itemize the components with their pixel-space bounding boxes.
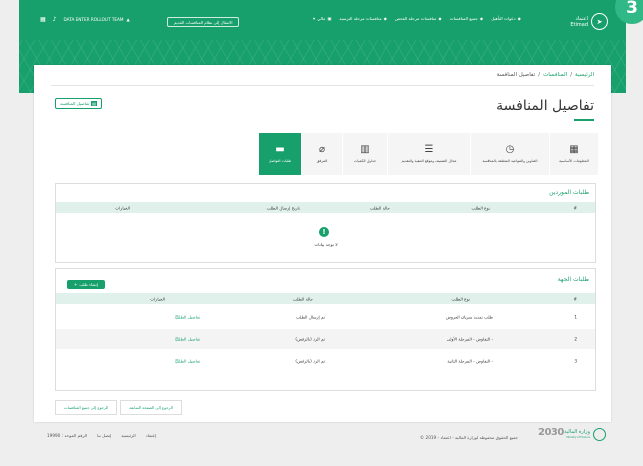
footer-link-contact[interactable]: إتصل بنا bbox=[97, 433, 111, 438]
user-icon[interactable]: ▲ bbox=[127, 17, 130, 22]
col-date: تاريخ إرسال الطلب bbox=[266, 205, 300, 210]
row-num: 2 bbox=[574, 336, 577, 342]
nav-diamond-icon: ◆ bbox=[517, 16, 521, 21]
paperclip-icon: ⌀ bbox=[318, 144, 326, 155]
table-row: 3 التفاوض - المرحلة الثانية - تم الرد (ب… bbox=[175, 358, 577, 364]
row-status: تم الرد (بالرفض) bbox=[295, 358, 325, 364]
row-num: 1 bbox=[574, 314, 577, 320]
apps-grid-icon[interactable]: ▦ bbox=[40, 16, 46, 23]
document-icon: ▤ bbox=[91, 101, 98, 106]
tab-attachments[interactable]: ⌀ المرفق bbox=[301, 133, 342, 175]
empty-state-text: لا توجد بيانات bbox=[314, 242, 338, 247]
tab-bar: ▦ المعلومات الأساسية ◷ العناوين والمواعي… bbox=[237, 133, 598, 175]
divider bbox=[51, 85, 594, 86]
table-row: 2 التفاوض - المرحلة الأولى - تم الرد (با… bbox=[56, 329, 595, 349]
footer-link-etimad[interactable]: إعتماد bbox=[146, 433, 157, 438]
table-row: 1 طلب تمديد سريان العروض تم إرسال الطلب … bbox=[175, 314, 577, 320]
breadcrumb-current: تفاصيل المنافسة bbox=[496, 72, 536, 78]
plus-icon: + bbox=[74, 282, 78, 287]
etimad-logo[interactable]: اعتماد Etimad ➤ bbox=[570, 13, 608, 30]
bell-icon[interactable]: ♪ bbox=[53, 16, 57, 23]
tab-basic-info[interactable]: ▦ المعلومات الأساسية bbox=[549, 133, 598, 175]
col-type: نوع الطلب bbox=[451, 296, 470, 301]
tab-quantities[interactable]: ▥ جداول الكميات bbox=[342, 133, 387, 175]
col-type: نوع الطلب bbox=[471, 205, 490, 210]
row-status: تم الرد (بالرفض) bbox=[295, 336, 325, 342]
vision-2030-logo: 2030 bbox=[538, 427, 564, 438]
nav-item-exam[interactable]: ◆ منافسات مرحلة الفحص bbox=[395, 16, 442, 21]
back-to-previous-button[interactable]: الرجوع إلى الصفحة السابقة bbox=[120, 400, 182, 415]
logo-arrow-icon: ➤ bbox=[591, 13, 608, 30]
breadcrumb-competitions[interactable]: المنافسات bbox=[543, 72, 567, 78]
col-options: الخيارات bbox=[115, 205, 130, 210]
entity-table-header: # نوع الطلب حالة الطلب الخيارات bbox=[56, 293, 595, 304]
tab-classification[interactable]: ☰ مجال التصنيف وموقع التنفيذ والتقديم bbox=[387, 133, 470, 175]
col-num: # bbox=[573, 296, 577, 301]
ministry-name-en: Ministry of Finance bbox=[566, 435, 590, 439]
nav-item-all[interactable]: ◆ جميع المنافسات bbox=[450, 16, 483, 21]
main-nav: ◆ دعوات التأهيل ◆ جميع المنافسات ◆ منافسات … bbox=[313, 16, 521, 21]
col-status: حالة الطلب bbox=[369, 205, 390, 210]
ministry-emblem-icon bbox=[593, 428, 606, 441]
grid-icon: ▦ bbox=[569, 144, 579, 155]
logo-text-en: Etimad bbox=[570, 21, 588, 28]
title-underline bbox=[574, 119, 594, 121]
user-area: ▦ ♪ DATA ENTER ROLLOUT TEAM ▲ bbox=[40, 16, 130, 23]
chevron-down-icon: ▾ bbox=[313, 16, 316, 21]
old-system-button[interactable]: الانتقال إلى نظام المنافسات القديم bbox=[167, 17, 240, 27]
ministry-logo: وزارة المالية Ministry of Finance bbox=[564, 428, 606, 441]
footer-link-home[interactable]: الرئيسية bbox=[121, 433, 135, 438]
competition-details-button[interactable]: تفاصيل المنافسة ▤ bbox=[55, 98, 103, 109]
create-request-button[interactable]: + إنشاء طلب bbox=[67, 280, 105, 289]
breadcrumb-home[interactable]: الرئيسية bbox=[575, 72, 594, 78]
unified-number: الرقم الموحد : 19990 bbox=[47, 433, 88, 438]
col-status: حالة الطلب bbox=[292, 296, 313, 301]
page-title: تفاصيل المنافسة bbox=[496, 98, 594, 114]
main-card: الرئيسية / المنافسات / تفاصيل المنافسة ت… bbox=[34, 65, 611, 422]
clock-icon: ◷ bbox=[505, 144, 515, 155]
col-num: # bbox=[573, 205, 577, 210]
row-type: التفاوض - المرحلة الأولى - bbox=[446, 336, 493, 342]
chat-icon: ▬ bbox=[275, 144, 285, 155]
footer-links: الرقم الموحد : 19990 إتصل بنا الرئيسية إ… bbox=[47, 433, 156, 438]
entity-requests-panel: طلبات الجهة + إنشاء طلب # نوع الطلب حالة… bbox=[55, 268, 596, 391]
suppliers-table-header: # نوع الطلب حالة الطلب تاريخ إرسال الطلب… bbox=[56, 202, 595, 213]
bottom-actions: الرجوع إلى جميع المنافسات الرجوع إلى الص… bbox=[55, 400, 182, 415]
nav-item-finance[interactable]: ▣ مالي ▾ bbox=[313, 16, 331, 21]
suppliers-title: طلبات الموردين bbox=[549, 189, 589, 196]
list-icon: ☰ bbox=[424, 144, 434, 155]
copyright: © جميع الحقوق محفوظة لوزارة المالية - اع… bbox=[420, 435, 519, 440]
nav-diamond-icon: ◆ bbox=[383, 16, 387, 21]
tab-dates[interactable]: ◷ العناوين والمواعيد المتعلقة بالمنافسة bbox=[470, 133, 549, 175]
user-name[interactable]: DATA ENTER ROLLOUT TEAM bbox=[64, 17, 124, 22]
entity-title: طلبات الجهة bbox=[557, 276, 589, 283]
back-to-all-button[interactable]: الرجوع إلى جميع المنافسات bbox=[55, 400, 118, 415]
nav-diamond-icon: ◆ bbox=[438, 16, 442, 21]
row-type: طلب تمديد سريان العروض bbox=[445, 314, 493, 320]
row-type: التفاوض - المرحلة الثانية - bbox=[447, 358, 493, 364]
row-status: تم إرسال الطلب bbox=[296, 314, 325, 320]
nav-diamond-icon: ◆ bbox=[479, 16, 484, 21]
footer: الرقم الموحد : 19990 إتصل بنا الرئيسية إ… bbox=[34, 425, 611, 443]
breadcrumb-separator: / bbox=[538, 72, 541, 78]
nav-item-award[interactable]: ◆ منافسات مرحلة الترسية bbox=[339, 16, 386, 21]
list-icon: ☰ bbox=[175, 336, 179, 342]
list-icon: ☰ bbox=[175, 358, 179, 364]
breadcrumb: الرئيسية / المنافسات / تفاصيل المنافسة bbox=[497, 72, 594, 78]
table-icon: ▥ bbox=[360, 144, 370, 155]
document-icon: ▣ bbox=[327, 16, 332, 21]
col-options: الخيارات bbox=[150, 296, 165, 301]
breadcrumb-separator: / bbox=[570, 72, 573, 78]
nav-item-invitations[interactable]: ◆ دعوات التأهيل bbox=[491, 16, 521, 21]
list-icon: ☰ bbox=[175, 314, 179, 320]
info-icon: ! bbox=[319, 227, 329, 237]
suppliers-requests-panel: طلبات الموردين # نوع الطلب حالة الطلب تا… bbox=[55, 183, 596, 263]
row-num: 3 bbox=[574, 358, 577, 364]
tab-communication[interactable]: ▬ طلبات التواصل bbox=[258, 133, 301, 175]
